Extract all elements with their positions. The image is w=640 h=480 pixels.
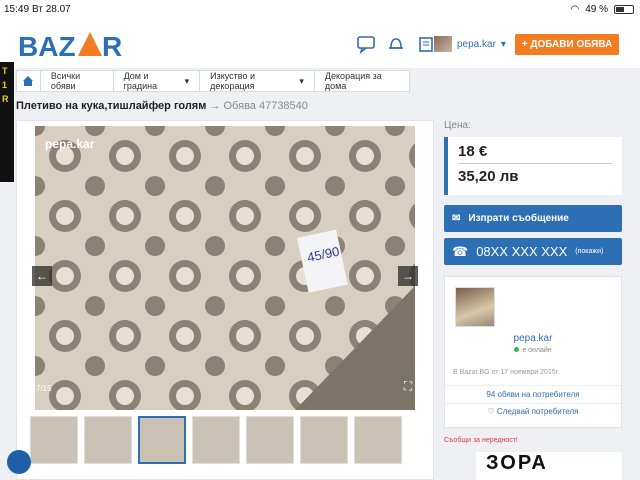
thumbnail-strip	[30, 416, 402, 464]
site-header: BAZ R pepa.kar ▾ + ДОБАВИ ОБЯВА	[0, 20, 640, 68]
side-ad-text: T 1 R	[2, 66, 9, 104]
heart-icon: ♡	[487, 407, 497, 416]
breadcrumb-item[interactable]: Всички обяви	[41, 71, 114, 91]
title-arrow: →	[209, 100, 221, 112]
page-title: Плетиво на кука,тишлайфер голям → Обява …	[16, 100, 308, 112]
chevron-down-icon: ▾	[500, 38, 506, 50]
battery-icon	[614, 5, 634, 14]
seller-name[interactable]: pepa.kar	[445, 333, 621, 344]
seller-avatar[interactable]	[455, 287, 495, 327]
listing-title: Плетиво на кука,тишлайфер голям	[16, 100, 207, 112]
bazar-logo[interactable]: BAZ R	[16, 26, 126, 64]
ad-banner-text: ЗОРА	[486, 452, 548, 474]
online-status: е онлайн	[445, 347, 621, 354]
side-ad[interactable]: T 1 R	[0, 62, 14, 182]
wifi-icon: ◠	[570, 4, 580, 15]
breadcrumb-item[interactable]: Изкуство и декорация ▾	[200, 71, 315, 91]
breadcrumb: Всички обяви Дом и градина ▾ Изкуство и д…	[16, 70, 410, 92]
arrow-left-icon: ←	[36, 269, 48, 283]
breadcrumb-label: Изкуство и декорация	[210, 71, 256, 91]
battery-label: 49 %	[585, 4, 608, 15]
price-card: 18 € 35,20 лв	[444, 137, 622, 195]
report-link[interactable]: Съобщи за нередност!	[444, 437, 518, 444]
home-icon[interactable]	[17, 71, 41, 91]
online-dot-icon	[514, 347, 520, 352]
show-phone-button[interactable]: ☎ 08XX XXX XXX (покажи)	[444, 238, 622, 265]
breadcrumb-item[interactable]: Дом и градина ▾	[114, 71, 201, 91]
cookie-settings-icon[interactable]	[7, 450, 31, 474]
thumbnail[interactable]	[138, 416, 186, 464]
follow-seller-button[interactable]: ♡ Следвай потребителя	[445, 407, 621, 416]
thumbnail[interactable]	[354, 416, 402, 464]
thumbnail[interactable]	[246, 416, 294, 464]
envelope-icon: ✉	[452, 213, 461, 224]
arrow-right-icon: →	[402, 269, 414, 283]
seller-ads-link[interactable]: 94 обяви на потребителя	[445, 385, 621, 404]
status-bar: 15:49 Вт 28.07 ◠ 49 %	[0, 0, 640, 20]
add-listing-button[interactable]: + ДОБАВИ ОБЯВА	[515, 34, 619, 55]
fullscreen-icon[interactable]: ⛶	[398, 376, 418, 396]
svg-text:R: R	[102, 31, 122, 62]
photo-counter: 7/15	[36, 384, 52, 393]
user-name: pepa.kar	[457, 38, 496, 50]
watermark: pepa.kar	[45, 137, 95, 151]
user-menu[interactable]: pepa.kar ▾	[434, 36, 506, 52]
phone-icon: ☎	[452, 243, 469, 259]
chevron-down-icon: ▾	[299, 75, 304, 86]
thumbnail[interactable]	[84, 416, 132, 464]
ad-banner[interactable]: ЗОРА	[476, 452, 622, 480]
price-bgn: 35,20 лв	[458, 168, 519, 185]
breadcrumb-label: Дом и градина	[123, 71, 158, 91]
chat-icon[interactable]	[356, 34, 376, 55]
ad-number: Обява 47738540	[223, 100, 308, 112]
send-message-button[interactable]: ✉ Изпрати съобщение	[444, 205, 622, 232]
chevron-down-icon: ▾	[184, 75, 190, 86]
thumbnail[interactable]	[300, 416, 348, 464]
next-photo-button[interactable]: →	[398, 266, 418, 286]
breadcrumb-label: Декорация за дома	[324, 71, 382, 91]
online-label: е онлайн	[522, 347, 552, 354]
price-eur: 18 €	[458, 143, 612, 164]
bell-icon[interactable]	[386, 34, 406, 54]
follow-label: Следвай потребителя	[496, 407, 579, 416]
avatar	[434, 36, 452, 52]
status-date: Вт 28.07	[32, 4, 71, 15]
main-photo[interactable]: 45/90 pepa.kar	[35, 126, 415, 410]
phone-hint: (покажи)	[575, 248, 604, 255]
send-message-label: Изпрати съобщение	[468, 213, 569, 224]
seller-card: pepa.kar е онлайн В Bazar.BG от 17 ноемв…	[444, 276, 622, 428]
price-box: Цена: 18 € 35,20 лв	[444, 120, 622, 195]
svg-text:BAZ: BAZ	[18, 31, 76, 62]
member-since: В Bazar.BG от 17 ноември 2015г.	[453, 369, 560, 376]
status-time: 15:49	[4, 4, 30, 15]
prev-photo-button[interactable]: ←	[32, 266, 52, 286]
thumbnail[interactable]	[30, 416, 78, 464]
breadcrumb-label: Всички обяви	[50, 71, 81, 91]
thumbnail[interactable]	[192, 416, 240, 464]
breadcrumb-item[interactable]: Декорация за дома	[315, 71, 409, 91]
phone-number: 08XX XXX XXX	[476, 244, 568, 259]
list-icon[interactable]	[416, 34, 436, 54]
price-label: Цена:	[444, 120, 471, 131]
